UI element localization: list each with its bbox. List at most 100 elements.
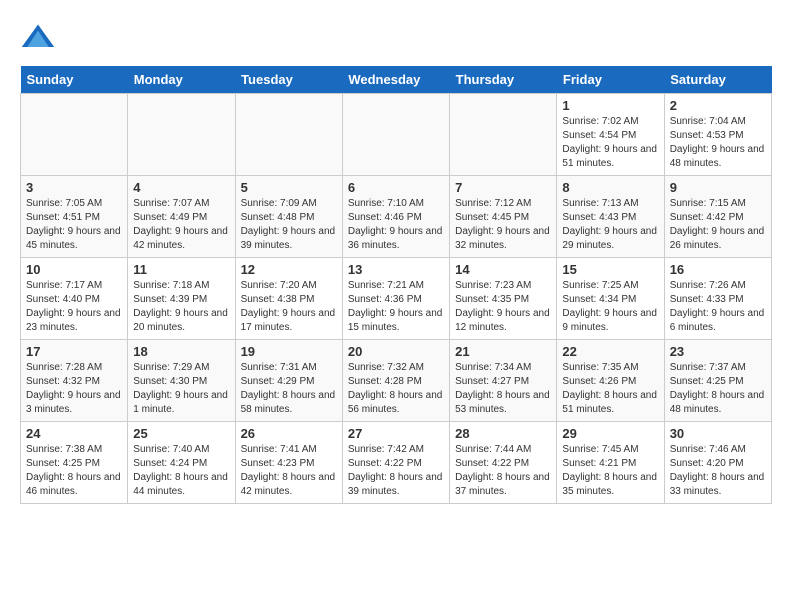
day-number: 10 [26, 262, 122, 277]
day-number: 9 [670, 180, 766, 195]
calendar-cell: 22 Sunrise: 7:35 AM Sunset: 4:26 PM Dayli… [557, 340, 664, 422]
day-number: 15 [562, 262, 658, 277]
day-info: Sunrise: 7:38 AM Sunset: 4:25 PM Dayligh… [26, 443, 122, 499]
calendar-cell: 11 Sunrise: 7:18 AM Sunset: 4:39 PM Dayli… [128, 258, 235, 340]
calendar-cell: 12Sunrise: 7:20 AM Sunset: 4:38 PM Dayli… [235, 258, 342, 340]
calendar-week-row: 17 Sunrise: 7:28 AM Sunset: 4:32 PM Dayli… [21, 340, 772, 422]
calendar-cell: 19 Sunrise: 7:31 AM Sunset: 4:29 PM Dayli… [235, 340, 342, 422]
calendar-cell [450, 94, 557, 176]
calendar-cell: 29 Sunrise: 7:45 AM Sunset: 4:21 PM Dayli… [557, 422, 664, 504]
day-number: 28 [455, 426, 551, 441]
day-number: 3 [26, 180, 122, 195]
day-info: Sunrise: 7:29 AM Sunset: 4:30 PM Dayligh… [133, 361, 229, 417]
day-info: Sunrise: 7:09 AM Sunset: 4:48 PM Dayligh… [241, 197, 337, 253]
day-info: Sunrise: 7:23 AM Sunset: 4:35 PM Dayligh… [455, 279, 551, 335]
day-info: Sunrise: 7:26 AM Sunset: 4:33 PM Dayligh… [670, 279, 766, 335]
calendar-week-row: 24 Sunrise: 7:38 AM Sunset: 4:25 PM Dayli… [21, 422, 772, 504]
day-info: Sunrise: 7:13 AM Sunset: 4:43 PM Dayligh… [562, 197, 658, 253]
day-info: Sunrise: 7:45 AM Sunset: 4:21 PM Dayligh… [562, 443, 658, 499]
logo [20, 20, 60, 56]
day-info: Sunrise: 7:41 AM Sunset: 4:23 PM Dayligh… [241, 443, 337, 499]
day-info: Sunrise: 7:28 AM Sunset: 4:32 PM Dayligh… [26, 361, 122, 417]
calendar-cell: 25 Sunrise: 7:40 AM Sunset: 4:24 PM Dayli… [128, 422, 235, 504]
day-info: Sunrise: 7:04 AM Sunset: 4:53 PM Dayligh… [670, 115, 766, 171]
calendar-header-row: SundayMondayTuesdayWednesdayThursdayFrid… [21, 66, 772, 94]
day-number: 5 [241, 180, 337, 195]
day-info: Sunrise: 7:40 AM Sunset: 4:24 PM Dayligh… [133, 443, 229, 499]
day-number: 17 [26, 344, 122, 359]
day-header-wednesday: Wednesday [342, 66, 449, 94]
day-number: 27 [348, 426, 444, 441]
day-number: 4 [133, 180, 229, 195]
calendar-cell [342, 94, 449, 176]
calendar-week-row: 1 Sunrise: 7:02 AM Sunset: 4:54 PM Daylig… [21, 94, 772, 176]
day-header-monday: Monday [128, 66, 235, 94]
calendar-cell: 23 Sunrise: 7:37 AM Sunset: 4:25 PM Dayli… [664, 340, 771, 422]
calendar-cell: 18 Sunrise: 7:29 AM Sunset: 4:30 PM Dayli… [128, 340, 235, 422]
day-number: 24 [26, 426, 122, 441]
calendar-cell: 4 Sunrise: 7:07 AM Sunset: 4:49 PM Daylig… [128, 176, 235, 258]
calendar-cell: 6Sunrise: 7:10 AM Sunset: 4:46 PM Daylig… [342, 176, 449, 258]
calendar-week-row: 3 Sunrise: 7:05 AM Sunset: 4:51 PM Daylig… [21, 176, 772, 258]
calendar-cell: 7Sunrise: 7:12 AM Sunset: 4:45 PM Daylig… [450, 176, 557, 258]
calendar-cell: 13Sunrise: 7:21 AM Sunset: 4:36 PM Dayli… [342, 258, 449, 340]
day-number: 18 [133, 344, 229, 359]
day-info: Sunrise: 7:46 AM Sunset: 4:20 PM Dayligh… [670, 443, 766, 499]
day-info: Sunrise: 7:18 AM Sunset: 4:39 PM Dayligh… [133, 279, 229, 335]
day-info: Sunrise: 7:25 AM Sunset: 4:34 PM Dayligh… [562, 279, 658, 335]
day-number: 26 [241, 426, 337, 441]
calendar-cell: 16 Sunrise: 7:26 AM Sunset: 4:33 PM Dayli… [664, 258, 771, 340]
day-info: Sunrise: 7:15 AM Sunset: 4:42 PM Dayligh… [670, 197, 766, 253]
calendar-cell: 30 Sunrise: 7:46 AM Sunset: 4:20 PM Dayli… [664, 422, 771, 504]
calendar-table: SundayMondayTuesdayWednesdayThursdayFrid… [20, 66, 772, 504]
day-number: 22 [562, 344, 658, 359]
day-info: Sunrise: 7:37 AM Sunset: 4:25 PM Dayligh… [670, 361, 766, 417]
day-number: 21 [455, 344, 551, 359]
day-info: Sunrise: 7:32 AM Sunset: 4:28 PM Dayligh… [348, 361, 444, 417]
calendar-cell: 27 Sunrise: 7:42 AM Sunset: 4:22 PM Dayli… [342, 422, 449, 504]
day-number: 30 [670, 426, 766, 441]
day-info: Sunrise: 7:07 AM Sunset: 4:49 PM Dayligh… [133, 197, 229, 253]
calendar-cell: 5 Sunrise: 7:09 AM Sunset: 4:48 PM Daylig… [235, 176, 342, 258]
calendar-cell: 17 Sunrise: 7:28 AM Sunset: 4:32 PM Dayli… [21, 340, 128, 422]
day-info: Sunrise: 7:02 AM Sunset: 4:54 PM Dayligh… [562, 115, 658, 171]
page-container: SundayMondayTuesdayWednesdayThursdayFrid… [0, 0, 792, 514]
day-info: Sunrise: 7:21 AM Sunset: 4:36 PM Dayligh… [348, 279, 444, 335]
day-info: Sunrise: 7:35 AM Sunset: 4:26 PM Dayligh… [562, 361, 658, 417]
day-number: 25 [133, 426, 229, 441]
day-number: 20 [348, 344, 444, 359]
header [20, 20, 772, 56]
calendar-cell [235, 94, 342, 176]
day-number: 23 [670, 344, 766, 359]
calendar-cell: 28Sunrise: 7:44 AM Sunset: 4:22 PM Dayli… [450, 422, 557, 504]
day-info: Sunrise: 7:17 AM Sunset: 4:40 PM Dayligh… [26, 279, 122, 335]
calendar-cell: 8Sunrise: 7:13 AM Sunset: 4:43 PM Daylig… [557, 176, 664, 258]
day-number: 29 [562, 426, 658, 441]
logo-icon [20, 20, 56, 56]
calendar-cell: 2 Sunrise: 7:04 AM Sunset: 4:53 PM Daylig… [664, 94, 771, 176]
day-info: Sunrise: 7:10 AM Sunset: 4:46 PM Dayligh… [348, 197, 444, 253]
calendar-cell: 20 Sunrise: 7:32 AM Sunset: 4:28 PM Dayli… [342, 340, 449, 422]
day-info: Sunrise: 7:31 AM Sunset: 4:29 PM Dayligh… [241, 361, 337, 417]
day-header-thursday: Thursday [450, 66, 557, 94]
day-info: Sunrise: 7:12 AM Sunset: 4:45 PM Dayligh… [455, 197, 551, 253]
day-number: 14 [455, 262, 551, 277]
calendar-cell: 10 Sunrise: 7:17 AM Sunset: 4:40 PM Dayli… [21, 258, 128, 340]
day-number: 1 [562, 98, 658, 113]
day-info: Sunrise: 7:42 AM Sunset: 4:22 PM Dayligh… [348, 443, 444, 499]
day-info: Sunrise: 7:34 AM Sunset: 4:27 PM Dayligh… [455, 361, 551, 417]
day-number: 11 [133, 262, 229, 277]
day-number: 16 [670, 262, 766, 277]
day-info: Sunrise: 7:05 AM Sunset: 4:51 PM Dayligh… [26, 197, 122, 253]
day-number: 19 [241, 344, 337, 359]
calendar-cell: 1 Sunrise: 7:02 AM Sunset: 4:54 PM Daylig… [557, 94, 664, 176]
calendar-cell [21, 94, 128, 176]
calendar-cell: 24 Sunrise: 7:38 AM Sunset: 4:25 PM Dayli… [21, 422, 128, 504]
calendar-cell [128, 94, 235, 176]
calendar-cell: 26 Sunrise: 7:41 AM Sunset: 4:23 PM Dayli… [235, 422, 342, 504]
calendar-cell: 9 Sunrise: 7:15 AM Sunset: 4:42 PM Daylig… [664, 176, 771, 258]
day-number: 12 [241, 262, 337, 277]
day-number: 2 [670, 98, 766, 113]
calendar-cell: 14 Sunrise: 7:23 AM Sunset: 4:35 PM Dayli… [450, 258, 557, 340]
calendar-cell: 15 Sunrise: 7:25 AM Sunset: 4:34 PM Dayli… [557, 258, 664, 340]
